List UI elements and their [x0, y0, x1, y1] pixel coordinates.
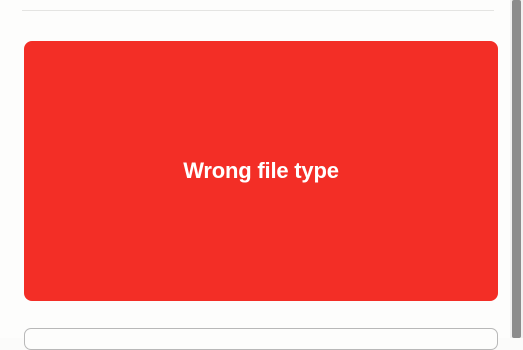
scrollbar-thumb[interactable] [512, 0, 521, 338]
divider [22, 10, 494, 11]
error-message: Wrong file type [183, 158, 339, 183]
file-drop-zone-error[interactable]: Wrong file type [24, 41, 498, 301]
next-card [24, 328, 498, 350]
upload-panel: Wrong file type [0, 0, 510, 350]
